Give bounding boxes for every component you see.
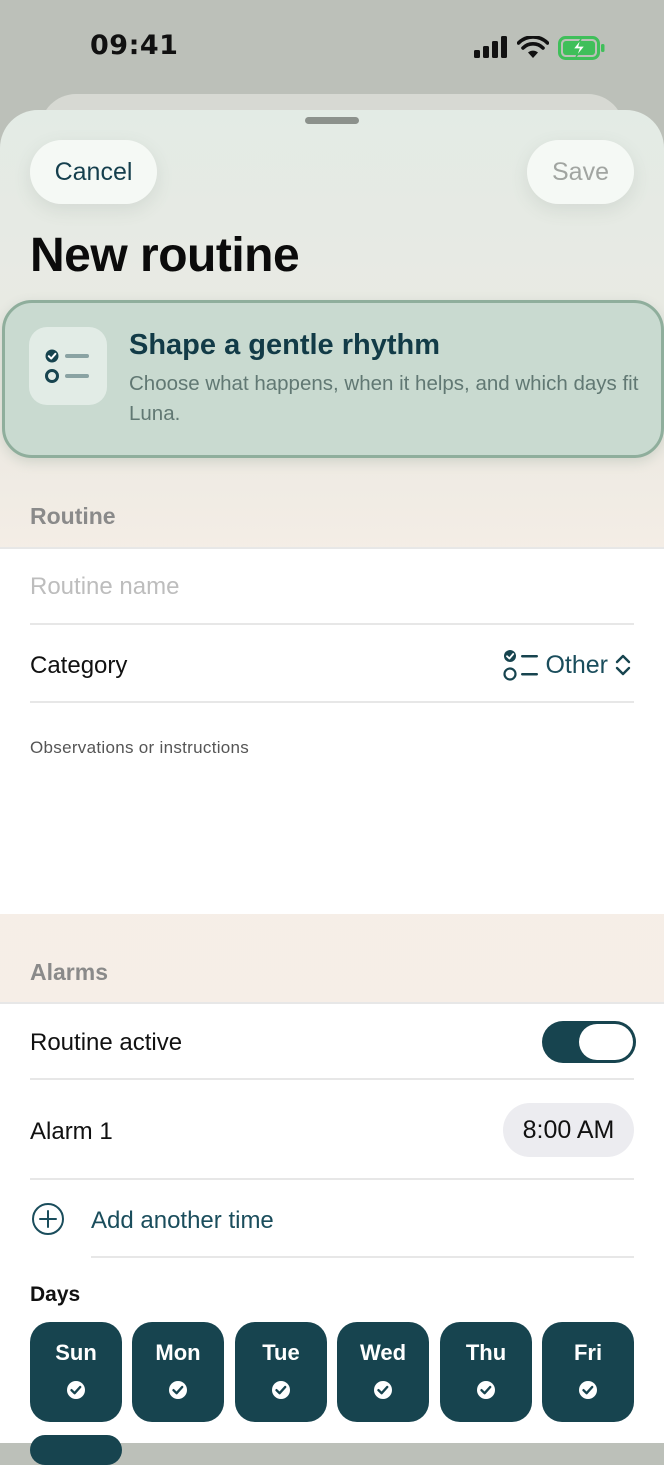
divider [0, 1002, 664, 1004]
add-another-time-button[interactable]: Add another time [91, 1207, 274, 1235]
category-picker[interactable]: Other [503, 648, 632, 682]
day-button-sun[interactable]: Sun [30, 1322, 122, 1422]
day-button-sat-partial[interactable] [30, 1435, 122, 1465]
wifi-icon [517, 36, 549, 58]
toggle-knob [579, 1024, 633, 1060]
page-title: New routine [30, 229, 300, 282]
day-name: Wed [359, 1340, 407, 1365]
days-label: Days [30, 1283, 81, 1306]
category-label: Category [30, 652, 128, 679]
status-bar: 09:41 [0, 0, 664, 94]
routine-active-toggle[interactable] [542, 1021, 636, 1063]
alarms-form: Routine active Alarm 1 8:00 AM Add anoth… [0, 1002, 664, 1443]
category-value: Other [545, 650, 608, 679]
divider [0, 547, 664, 549]
alarm-label: Alarm 1 [30, 1118, 113, 1145]
day-name: Sun [55, 1340, 97, 1365]
alarm-time-picker[interactable]: 8:00 AM [503, 1103, 634, 1157]
checklist-icon [45, 349, 89, 383]
day-button-tue[interactable]: Tue [235, 1322, 327, 1422]
hero-title: Shape a gentle rhythm [129, 329, 441, 361]
divider [30, 623, 634, 625]
routine-active-label: Routine active [30, 1029, 183, 1056]
hero-card: Shape a gentle rhythm Choose what happen… [2, 300, 664, 458]
day-name: Thu [465, 1340, 507, 1365]
hero-subtitle: Choose what happens, when it helps, and … [129, 372, 639, 425]
day-button-wed[interactable]: Wed [337, 1322, 429, 1422]
alarms-section-header: Alarms [30, 959, 108, 985]
add-circle-icon[interactable] [31, 1202, 65, 1236]
divider [30, 1178, 634, 1180]
divider [91, 1256, 634, 1258]
divider [30, 701, 634, 703]
routine-section-header: Routine [30, 503, 116, 529]
day-name: Mon [155, 1340, 201, 1365]
checkmark-icon [579, 1381, 597, 1399]
day-button-thu[interactable]: Thu [440, 1322, 532, 1422]
sheet-grabber[interactable] [305, 117, 359, 124]
checkmark-icon [67, 1381, 85, 1399]
new-routine-sheet: Cancel Save New routine Shape a gentle r… [0, 110, 664, 1443]
day-name: Fri [573, 1340, 603, 1365]
day-button-mon[interactable]: Mon [132, 1322, 224, 1422]
checkmark-icon [477, 1381, 495, 1399]
chevron-up-down-icon [615, 654, 631, 676]
hero-icon-box [29, 327, 107, 405]
routine-name-input[interactable]: Routine name [30, 573, 179, 601]
checkmark-icon [169, 1381, 187, 1399]
checklist-icon [503, 650, 539, 681]
day-name: Tue [262, 1340, 300, 1365]
save-button[interactable]: Save [527, 140, 634, 204]
divider [30, 1078, 634, 1080]
cancel-button[interactable]: Cancel [30, 140, 157, 204]
day-button-fri[interactable]: Fri [542, 1322, 634, 1422]
cellular-signal-icon [474, 36, 507, 58]
battery-charging-icon [558, 36, 605, 60]
notes-input[interactable]: Observations or instructions [30, 738, 249, 758]
checkmark-icon [374, 1381, 392, 1399]
routine-form: Routine name Category Other Observations… [0, 547, 664, 914]
checkmark-icon [272, 1381, 290, 1399]
status-time: 09:41 [90, 30, 179, 61]
